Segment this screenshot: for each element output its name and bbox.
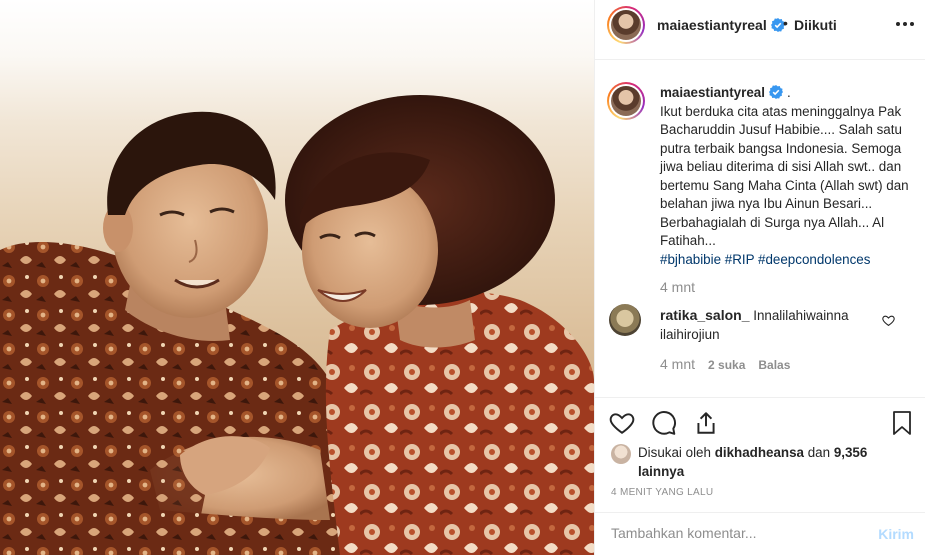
- post-photo[interactable]: [0, 0, 594, 555]
- caption-hashtags[interactable]: #bjhabibie #RIP #deepcondolences: [660, 251, 915, 270]
- comment-likes-count[interactable]: 2 suka: [708, 358, 745, 372]
- author-username-text[interactable]: maiaestiantyreal: [657, 17, 767, 33]
- share-icon[interactable]: [693, 410, 719, 436]
- small-heart-icon[interactable]: [882, 314, 895, 327]
- caption-suffix: .: [786, 85, 791, 100]
- header-separator: •: [783, 15, 788, 31]
- caption-timestamp[interactable]: 4 mnt: [660, 279, 695, 295]
- verified-badge-icon: [768, 85, 783, 99]
- caption-text: Ikut berduka cita atas meninggalnya Pak …: [660, 103, 909, 249]
- post-age[interactable]: 4 MENIT YANG LALU: [611, 487, 713, 498]
- liker-username[interactable]: dikhadheansa: [715, 445, 804, 460]
- likes-prefix: Disukai oleh: [638, 445, 711, 460]
- caption-username[interactable]: maiaestiantyreal: [660, 85, 765, 100]
- bookmark-icon[interactable]: [890, 410, 914, 436]
- commenter-username[interactable]: ratika_salon_: [660, 307, 750, 323]
- caption-author-avatar[interactable]: [607, 82, 645, 120]
- heart-icon[interactable]: [609, 410, 635, 436]
- more-horizontal-icon[interactable]: [896, 22, 914, 26]
- comment-timestamp[interactable]: 4 mnt: [660, 356, 695, 372]
- comment-meta: 4 mnt 2 suka Balas: [660, 356, 790, 372]
- commenter-avatar[interactable]: [609, 304, 641, 336]
- post-details-panel: maiaestiantyreal • Diikuti maiaestiantyr…: [594, 0, 925, 555]
- likes-and: dan: [807, 445, 831, 460]
- post-comment-button[interactable]: Kirim: [878, 526, 914, 542]
- comment-composer: Kirim: [595, 512, 925, 555]
- post-photo-illustration: [0, 95, 594, 555]
- author-username[interactable]: maiaestiantyreal: [657, 17, 785, 33]
- follow-button[interactable]: Diikuti: [794, 17, 837, 33]
- comment-input[interactable]: [611, 525, 851, 541]
- post-header: maiaestiantyreal • Diikuti: [595, 0, 925, 60]
- comment-icon[interactable]: [651, 410, 677, 436]
- reply-button[interactable]: Balas: [758, 358, 790, 372]
- author-avatar[interactable]: [607, 6, 645, 44]
- liker-avatar[interactable]: [611, 444, 631, 464]
